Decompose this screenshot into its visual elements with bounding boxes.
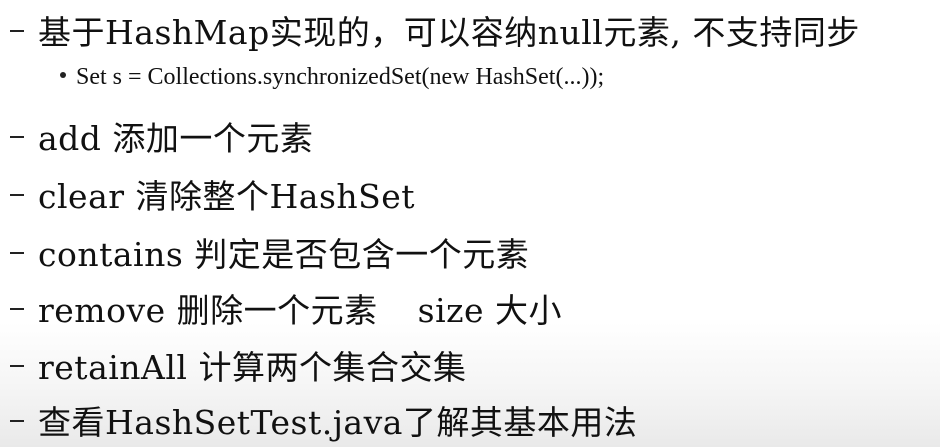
sub-item-text: Set s = Collections.synchronizedSet(new … (76, 64, 605, 90)
dash-icon (10, 252, 24, 254)
list-item-contains: contains 判定是否包含一个元素 (0, 228, 529, 276)
list-item-retainall: retainAll 计算两个集合交集 (0, 341, 466, 389)
dash-icon (10, 420, 24, 422)
list-item-see-example: 查看HashSetTest.java了解其基本用法 (0, 396, 637, 444)
dash-icon (10, 30, 24, 32)
dash-icon (10, 136, 24, 138)
list-item-add: add 添加一个元素 (0, 112, 313, 160)
dash-icon (10, 194, 24, 196)
dash-icon (10, 308, 24, 310)
list-item-clear: clear 清除整个HashSet (0, 170, 415, 218)
sub-item-synchronized-set: Set s = Collections.synchronizedSet(new … (60, 64, 604, 91)
list-item-hashmap-based: 基于HashMap实现的，可以容纳null元素, 不支持同步 (0, 6, 860, 54)
list-item-text: retainAll 计算两个集合交集 (38, 348, 467, 387)
dash-icon (10, 365, 24, 367)
slide: 基于HashMap实现的，可以容纳null元素, 不支持同步 Set s = C… (0, 0, 940, 447)
list-item-text: remove 删除一个元素 (38, 291, 378, 330)
list-item-text: clear 清除整个HashSet (38, 177, 416, 216)
list-item-text: add 添加一个元素 (38, 119, 314, 158)
list-item-extra-text: size 大小 (417, 291, 563, 330)
list-item-text: 基于HashMap实现的，可以容纳null元素, 不支持同步 (38, 13, 860, 52)
bullet-icon (60, 72, 66, 78)
list-item-text: contains 判定是否包含一个元素 (38, 235, 530, 274)
list-item-text: 查看HashSetTest.java了解其基本用法 (38, 403, 638, 442)
list-item-remove: remove 删除一个元素 size 大小 (0, 284, 562, 332)
